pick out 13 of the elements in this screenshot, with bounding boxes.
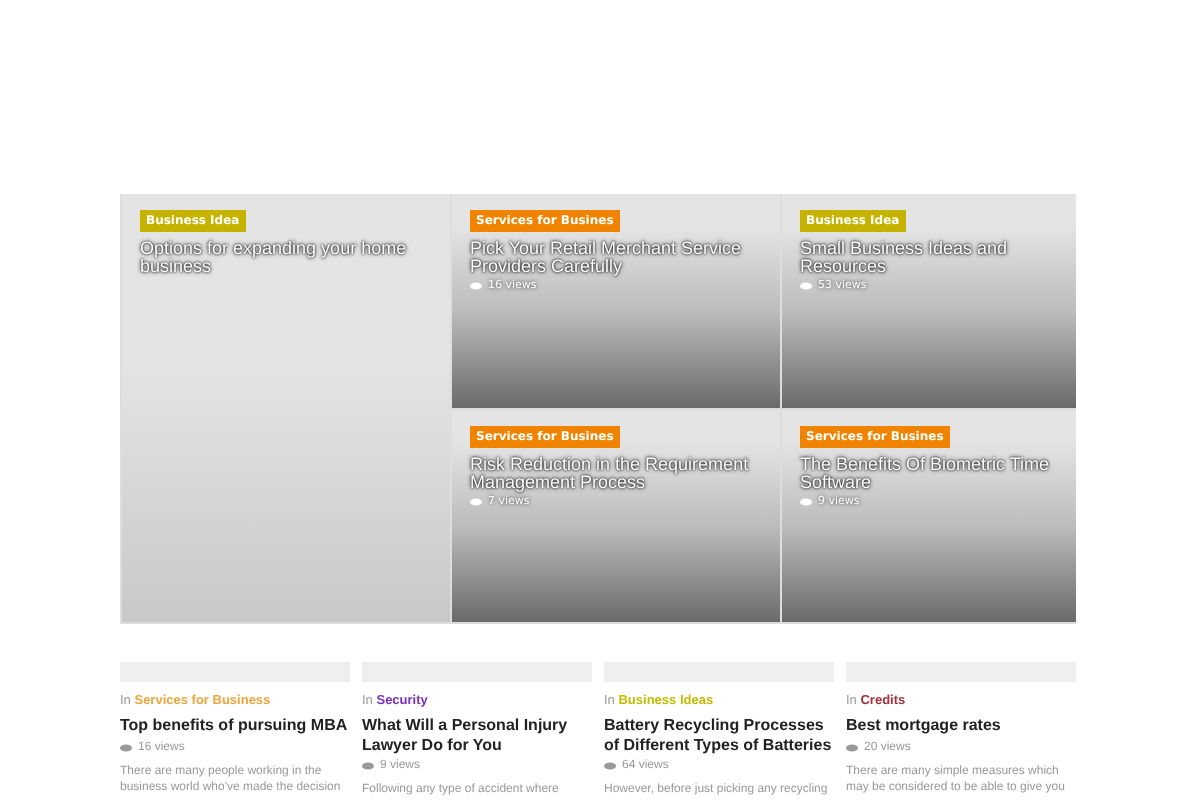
post-title[interactable]: What Will a Personal Injury Lawyer Do for You <box>362 716 592 754</box>
eye-icon <box>120 743 132 751</box>
post-title[interactable]: Battery Recycling Processes of Different Types of Batteries <box>604 716 834 754</box>
tile-title[interactable]: Options for expanding your home business <box>140 240 420 276</box>
eye-icon <box>846 743 858 751</box>
post-title[interactable]: Top benefits of pursuing MBA <box>120 716 350 735</box>
eye-icon <box>800 498 812 506</box>
tile-title[interactable]: Risk Reduction in the Requirement Management Process <box>470 456 750 492</box>
eye-icon <box>362 762 374 770</box>
eye-icon <box>800 282 812 290</box>
eye-icon <box>470 498 482 506</box>
post-title[interactable]: Best mortgage rates <box>846 716 1076 735</box>
eye-icon <box>604 762 616 770</box>
